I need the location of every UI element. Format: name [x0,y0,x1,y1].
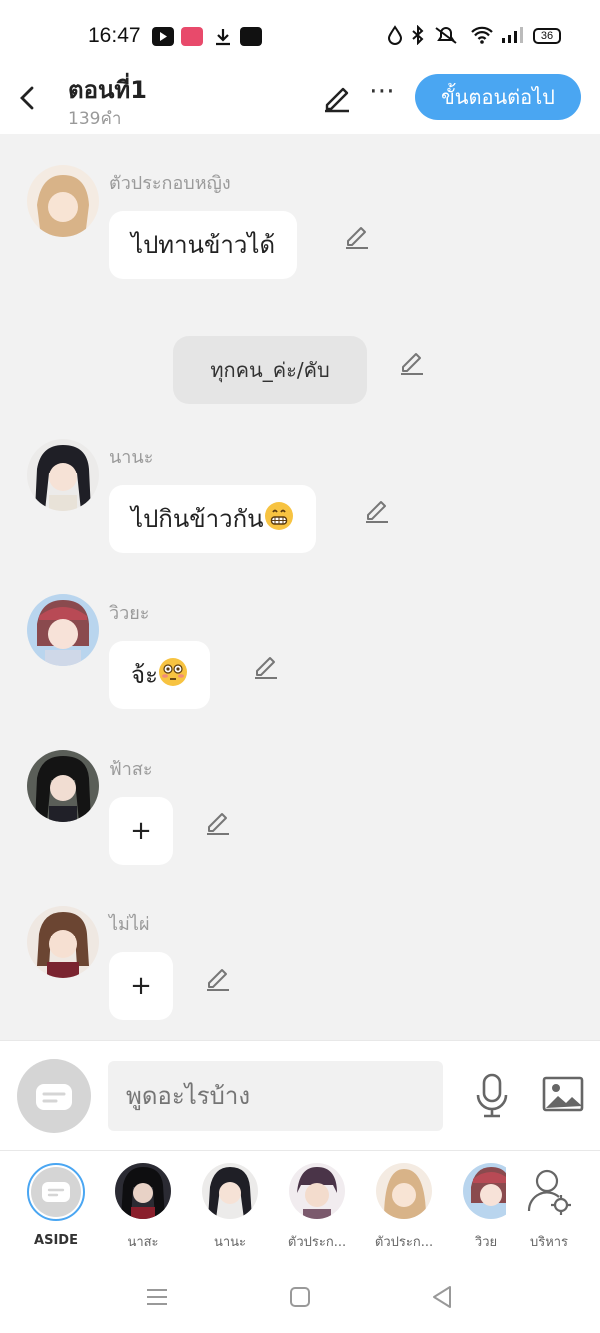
message-bubble[interactable]: ไปทานข้าวได้ [109,211,298,279]
avatar [115,1163,171,1219]
back-nav-button[interactable] [429,1284,455,1310]
data-saver-icon [386,25,404,50]
chat-area: ตัวประกอบหญิง ไปทานข้าวได้ ทุกคน_ค่ะ/คับ… [0,134,600,1040]
character-label: นาสะ [127,1235,159,1250]
add-message-button[interactable]: + [109,797,173,865]
system-nav-bar [0,1260,600,1333]
page-title: ตอนที่1 [68,76,147,104]
character-item[interactable]: ตัวประก... [359,1163,449,1252]
chat-bubble-icon [36,1084,72,1110]
menu-button[interactable] [144,1284,170,1310]
status-time: 16:47 [88,24,141,47]
character-item[interactable]: ตัวประก... [272,1163,362,1252]
speaker-name: ไม่ไผ่ [109,914,150,935]
message-text: ไปทานข้าวได้ [131,231,276,259]
edit-message-button[interactable] [204,964,232,992]
header: ตอนที่1 139คำ ⋯ ขั้นตอนต่อไป [0,62,600,134]
silent-icon [433,25,459,50]
home-square-icon [290,1287,310,1307]
bluetooth-icon [410,24,426,50]
pencil-icon [325,87,349,113]
avatar[interactable] [27,906,99,978]
narration-bubble[interactable]: ทุกคน_ค่ะ/คับ [173,336,367,404]
user-settings-icon [521,1163,577,1219]
avatar[interactable] [27,594,99,666]
pencil-icon [255,657,277,679]
plus-icon: + [130,971,152,1001]
edit-message-button[interactable] [252,652,280,680]
character-label: ตัวประก... [374,1235,434,1250]
home-button[interactable] [287,1284,313,1310]
character-label: นานะ [213,1235,247,1250]
pencil-icon [207,813,229,835]
avatar [463,1163,506,1219]
avatar [376,1163,432,1219]
signal-icon [500,25,524,50]
character-aside[interactable]: ASIDE [11,1163,101,1248]
message-input[interactable] [108,1061,443,1131]
edit-narration-button[interactable] [398,348,426,376]
image-upload-button[interactable] [542,1076,584,1112]
speaker-name: วิวยะ [109,603,150,624]
chevron-left-icon [20,86,34,110]
avatar [202,1163,258,1219]
speaker-name: ฟ้าสะ [109,759,153,780]
chat-bubble-icon [42,1182,70,1202]
character-label: บริหาร [529,1235,569,1250]
character-label: วิวย [474,1235,498,1250]
word-count: 139คำ [68,109,122,129]
pencil-icon [207,969,229,991]
manga-toon-icon [181,27,203,46]
avatar[interactable] [27,165,99,237]
edit-message-button[interactable] [204,808,232,836]
add-message-button[interactable]: + [109,952,173,1020]
aside-avatar [27,1163,85,1221]
menu-icon [147,1289,167,1305]
character-bar: ASIDE นาสะ นานะ ตัวประก... ตัวประก... วิ… [0,1150,600,1260]
speaker-name: ตัวประกอบหญิง [109,173,231,194]
back-button[interactable] [12,78,44,118]
avatar[interactable] [27,750,99,822]
avatar [289,1163,345,1219]
pencil-icon [346,227,368,249]
character-item[interactable]: วิวย [446,1163,506,1252]
flushed-emoji-icon [158,658,187,686]
download-icon [212,27,234,46]
pencil-icon [401,353,423,375]
youtube-icon [152,27,174,46]
pencil-icon [366,501,388,523]
edit-message-button[interactable] [343,222,371,250]
speaker-name: นานะ [109,447,154,468]
more-options-button[interactable]: ⋯ [368,76,396,112]
input-area [0,1040,600,1150]
image-icon [542,1076,584,1112]
avatar[interactable] [27,439,99,511]
character-label: ASIDE [34,1233,78,1248]
wifi-icon [470,25,494,50]
character-item[interactable]: นาสะ [98,1163,188,1252]
next-step-button[interactable]: ขั้นตอนต่อไป [415,74,581,120]
webtoon-icon [240,27,262,46]
edit-message-button[interactable] [363,496,391,524]
message-bubble[interactable]: ไปกินข้าวกัน [109,485,316,553]
microphone-button[interactable] [474,1073,510,1119]
narration-text: ทุกคน_ค่ะ/คับ [210,358,330,382]
character-item[interactable]: นานะ [185,1163,275,1252]
message-bubble[interactable]: จ้ะ [109,641,210,709]
battery-icon: 36 [533,28,561,44]
aside-toggle-button[interactable] [17,1059,91,1133]
message-text: จ้ะ [131,661,158,689]
plus-icon: + [130,816,152,846]
manage-characters-button[interactable]: บริหาร [504,1163,594,1252]
character-label: ตัวประก... [287,1235,347,1250]
message-text: ไปกินข้าวกัน [131,505,264,533]
microphone-icon [476,1073,508,1118]
grinning-emoji-icon [264,502,293,530]
edit-title-button[interactable] [320,80,354,114]
triangle-back-icon [433,1286,451,1308]
